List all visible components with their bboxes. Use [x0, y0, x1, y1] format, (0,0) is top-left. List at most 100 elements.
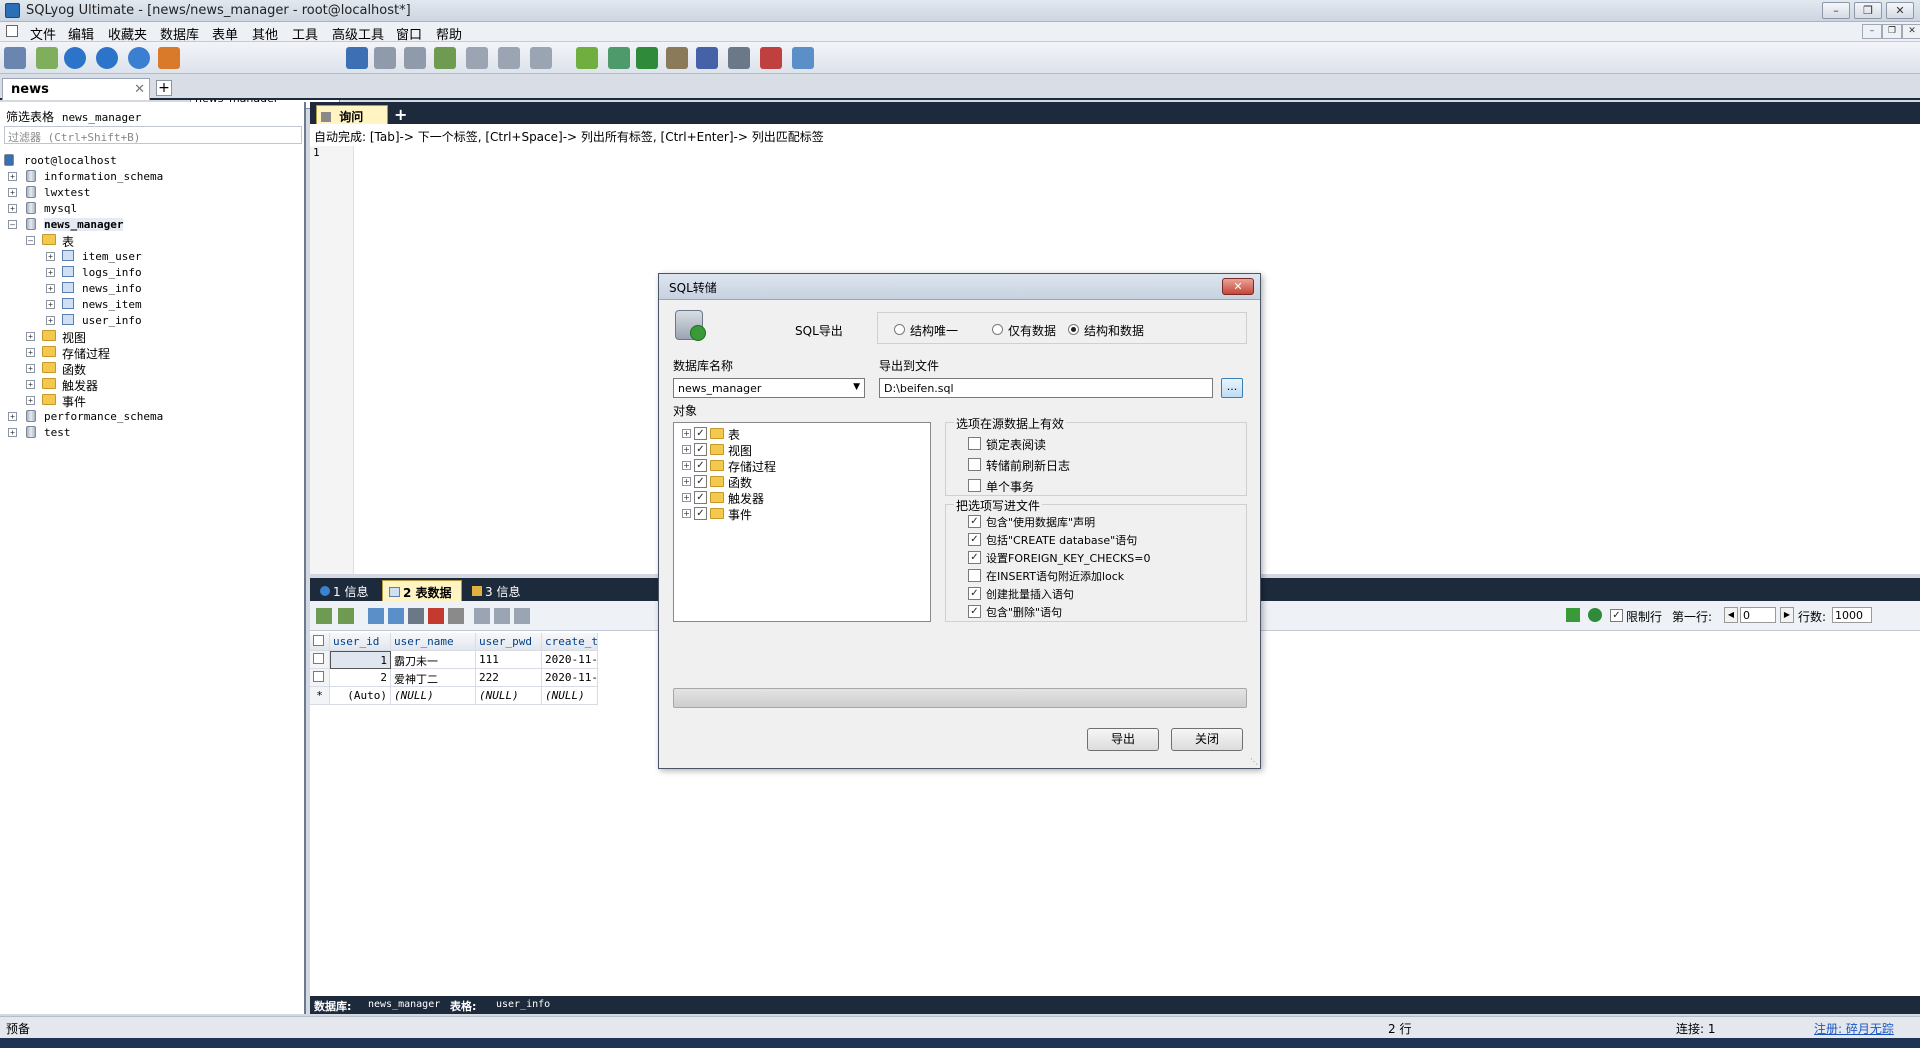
- result-tab-table-data[interactable]: 2 表数据: [382, 580, 462, 601]
- grid-view-icon[interactable]: [498, 47, 520, 69]
- mdi-restore-button[interactable]: ❐: [1882, 24, 1902, 39]
- save-icon[interactable]: [408, 608, 424, 624]
- close-icon[interactable]: ✕: [134, 82, 145, 97]
- expand-icon[interactable]: +: [26, 396, 35, 405]
- import-icon[interactable]: [434, 47, 456, 69]
- expand-icon[interactable]: +: [46, 284, 55, 293]
- lock-tables-checkbox[interactable]: [968, 437, 981, 450]
- expand-icon[interactable]: +: [26, 364, 35, 373]
- add-lock-checkbox[interactable]: [968, 569, 981, 582]
- object-checkbox[interactable]: ✓: [694, 475, 707, 488]
- connection-tab-news[interactable]: news ✕: [2, 78, 150, 100]
- expand-icon[interactable]: +: [682, 429, 691, 438]
- object-checkbox[interactable]: ✓: [694, 459, 707, 472]
- menu-file[interactable]: 文件: [30, 24, 56, 43]
- expand-icon[interactable]: +: [682, 445, 691, 454]
- drop-statement-checkbox[interactable]: ✓: [968, 605, 981, 618]
- grid-cell[interactable]: 霸刀未一: [391, 651, 476, 669]
- grid-view-icon[interactable]: [474, 608, 490, 624]
- prev-page-button[interactable]: ◀: [1724, 607, 1738, 623]
- radio-structure-only[interactable]: [894, 324, 905, 335]
- expand-icon[interactable]: +: [26, 332, 35, 341]
- export-button[interactable]: 导出: [1087, 728, 1159, 751]
- expand-icon[interactable]: +: [46, 300, 55, 309]
- radio-data-only[interactable]: [992, 324, 1003, 335]
- limit-rows-checkbox[interactable]: ✓: [1610, 609, 1623, 622]
- form-view-icon[interactable]: [494, 608, 510, 624]
- grid-cell[interactable]: (NULL): [391, 687, 476, 705]
- grid-cell[interactable]: 1: [330, 651, 391, 669]
- execute-query-icon[interactable]: [64, 47, 86, 69]
- refresh-icon[interactable]: [1588, 608, 1602, 622]
- object-checkbox[interactable]: ✓: [694, 507, 707, 520]
- execute-all-icon[interactable]: [96, 47, 118, 69]
- collapse-icon[interactable]: –: [26, 236, 35, 245]
- dialog-close-text-button[interactable]: 关闭: [1171, 728, 1243, 751]
- expand-icon[interactable]: +: [682, 461, 691, 470]
- query-builder-icon[interactable]: [696, 47, 718, 69]
- data-sync-icon[interactable]: [608, 47, 630, 69]
- menu-help[interactable]: 帮助: [436, 24, 462, 43]
- add-row-icon[interactable]: [316, 608, 332, 624]
- radio-structure-and-data[interactable]: [1068, 324, 1079, 335]
- expand-icon[interactable]: +: [682, 493, 691, 502]
- row-checkbox-cell[interactable]: [310, 651, 330, 669]
- duplicate-row-icon[interactable]: [368, 608, 384, 624]
- menu-other[interactable]: 其他: [252, 24, 278, 43]
- object-checkbox[interactable]: ✓: [694, 427, 707, 440]
- refresh-icon[interactable]: [128, 47, 150, 69]
- copy-row-icon[interactable]: [388, 608, 404, 624]
- single-transaction-checkbox[interactable]: [968, 479, 981, 492]
- backup-icon[interactable]: [374, 47, 396, 69]
- grid-cell[interactable]: 2020-11-1: [542, 669, 598, 687]
- form-view-icon[interactable]: [530, 47, 552, 69]
- grid-cell[interactable]: 222: [476, 669, 542, 687]
- migration-icon[interactable]: [666, 47, 688, 69]
- row-checkbox[interactable]: [313, 653, 324, 664]
- profiler-icon[interactable]: [760, 47, 782, 69]
- rows-count-input[interactable]: 1000: [1832, 607, 1872, 623]
- row-checkbox-cell[interactable]: [310, 669, 330, 687]
- menu-table[interactable]: 表单: [212, 24, 238, 43]
- status-registration-link[interactable]: 注册: 碎月无踪: [1814, 1020, 1894, 1037]
- result-tab-info[interactable]: 1 信息: [314, 580, 380, 601]
- mdi-minimize-button[interactable]: –: [1862, 24, 1882, 39]
- resize-grip-icon[interactable]: ⋱: [1250, 757, 1258, 766]
- column-header[interactable]: user_name: [391, 633, 476, 651]
- collapse-icon[interactable]: –: [8, 220, 17, 229]
- use-database-checkbox[interactable]: ✓: [968, 515, 981, 528]
- expand-icon[interactable]: +: [8, 204, 17, 213]
- browse-button[interactable]: ...: [1221, 378, 1243, 398]
- db-name-select[interactable]: news_manager ▼: [673, 378, 865, 398]
- first-row-input[interactable]: 0: [1740, 607, 1776, 623]
- schema-icon[interactable]: [158, 47, 180, 69]
- new-query-icon[interactable]: [36, 47, 58, 69]
- flush-logs-checkbox[interactable]: [968, 458, 981, 471]
- user-manager-icon[interactable]: [346, 47, 368, 69]
- expand-icon[interactable]: +: [46, 268, 55, 277]
- insert-row-icon[interactable]: [338, 608, 354, 624]
- create-database-checkbox[interactable]: ✓: [968, 533, 981, 546]
- delete-icon[interactable]: [428, 608, 444, 624]
- menu-database[interactable]: 数据库: [160, 24, 199, 43]
- result-tab-info-3[interactable]: 3 信息: [466, 580, 532, 601]
- expand-icon[interactable]: +: [682, 477, 691, 486]
- expand-icon[interactable]: +: [46, 316, 55, 325]
- export-file-input[interactable]: D:\beifen.sql: [879, 378, 1213, 398]
- table-view-icon[interactable]: [466, 47, 488, 69]
- filter-icon[interactable]: [1566, 608, 1580, 622]
- menu-window[interactable]: 窗口: [396, 24, 422, 43]
- minimize-button[interactable]: –: [1822, 2, 1850, 19]
- new-connection-icon[interactable]: [4, 47, 26, 69]
- expand-icon[interactable]: +: [46, 252, 55, 261]
- expand-icon[interactable]: +: [26, 348, 35, 357]
- grid-cell[interactable]: (Auto): [330, 687, 391, 705]
- grid-cell[interactable]: 111: [476, 651, 542, 669]
- grid-cell[interactable]: 2: [330, 669, 391, 687]
- dialog-close-button[interactable]: ✕: [1222, 278, 1254, 295]
- add-query-tab-button[interactable]: +: [394, 105, 407, 124]
- expand-icon[interactable]: +: [8, 412, 17, 421]
- designer-icon[interactable]: [792, 47, 814, 69]
- grid-cell[interactable]: (NULL): [542, 687, 598, 705]
- select-all-checkbox[interactable]: [313, 635, 324, 646]
